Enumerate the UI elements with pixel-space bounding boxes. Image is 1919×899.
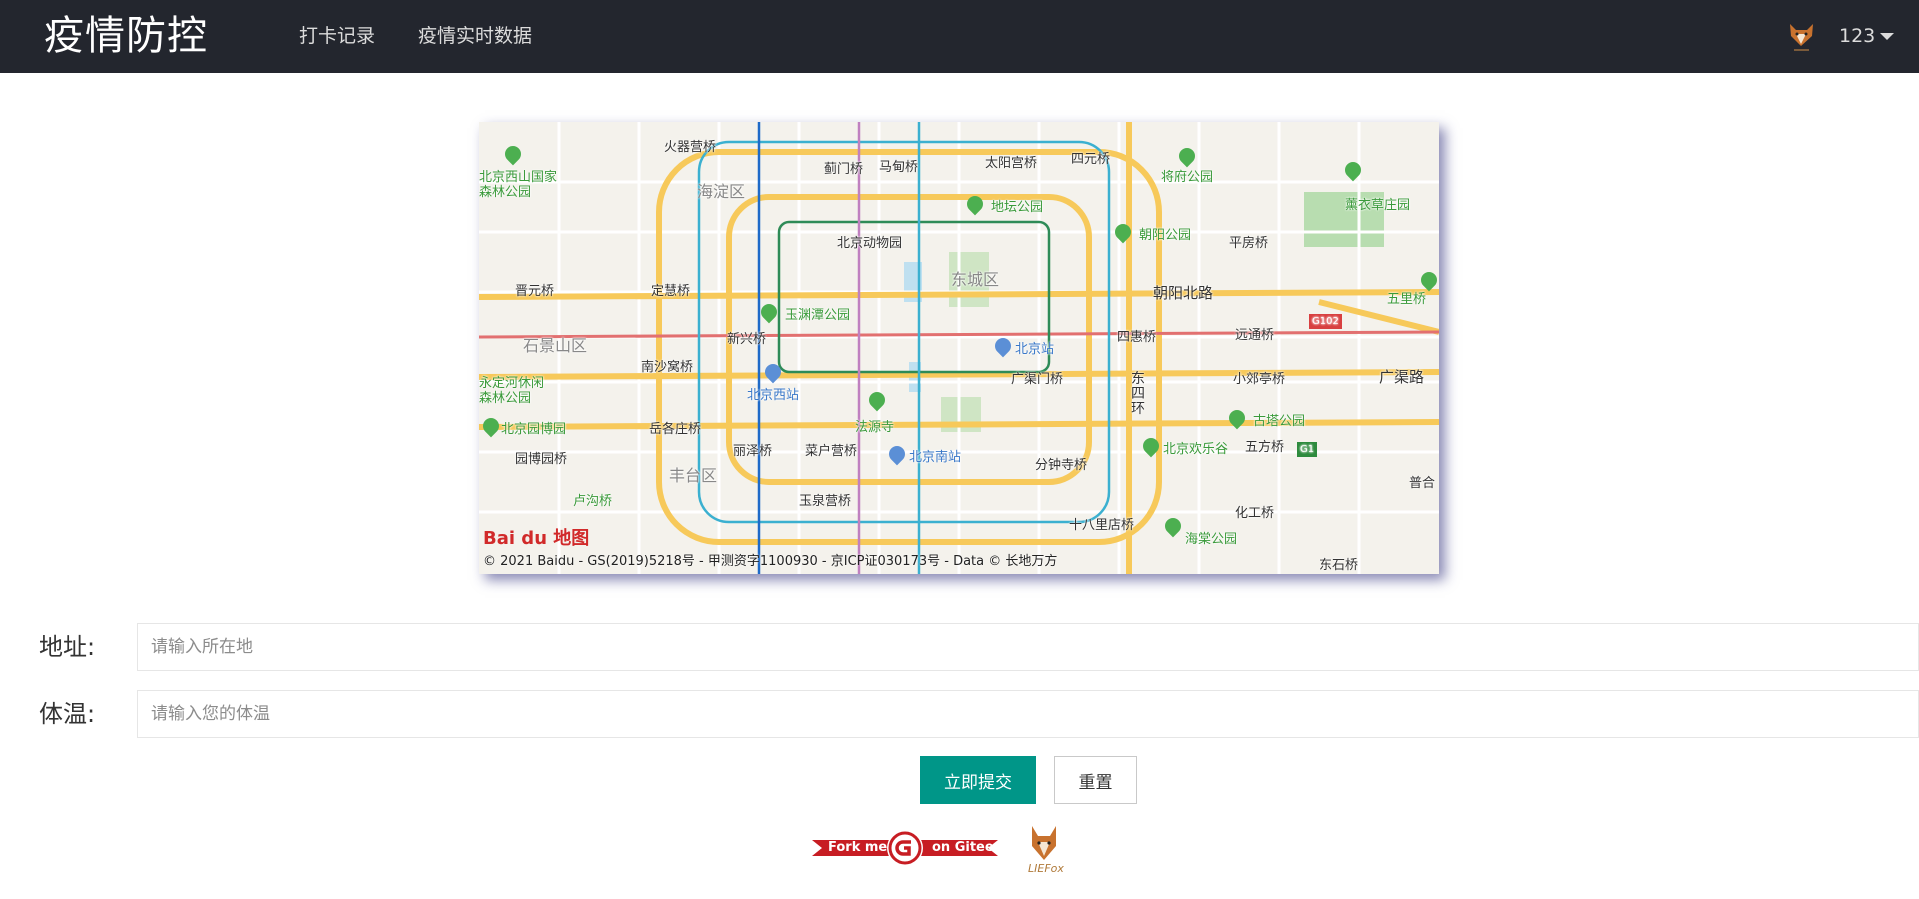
reset-button[interactable]: 重置 [1054, 756, 1137, 804]
map-label: 太阳宫桥 [985, 156, 1038, 171]
map-label: 朝阳公园 [1139, 228, 1192, 243]
fork-on-gitee-badge[interactable]: Fork me on Gitee [812, 830, 998, 866]
map-label: 丽泽桥 [733, 444, 773, 459]
map-label: 法源寺 [855, 420, 895, 435]
map-label: 小郊亭桥 [1233, 372, 1286, 387]
map-label: 岳各庄桥 [649, 422, 702, 437]
map-label: 平房桥 [1229, 236, 1269, 251]
temperature-input[interactable] [137, 690, 1919, 738]
user-name[interactable]: 123 [1839, 24, 1875, 48]
map-label: 古塔公园 [1253, 414, 1306, 429]
map-label: 北京南站 [909, 450, 962, 465]
map-label: 五方桥 [1245, 440, 1285, 455]
map-label: 远通桥 [1235, 328, 1275, 343]
map-label: 晋元桥 [515, 284, 555, 299]
map-label: 石景山区 [523, 336, 588, 355]
map-label: 北京西山国家森林公园 [479, 170, 558, 200]
baidu-map[interactable]: 火器营桥 蓟门桥 马甸桥 太阳宫桥 四元桥 将府公园 海淀区 北京西山国家森林公… [479, 122, 1439, 574]
map-label: 地坛公园 [991, 200, 1044, 215]
map-roads [479, 122, 1439, 574]
map-label: 薰衣草庄园 [1345, 198, 1411, 213]
map-label: 玉渊潭公园 [785, 308, 851, 323]
map-label: 北京欢乐谷 [1163, 442, 1229, 457]
map-label: 马甸桥 [879, 160, 919, 175]
temperature-label: 体温: [39, 700, 96, 728]
gitee-badge-text: on Gitee [932, 840, 994, 855]
map-label: 定慧桥 [651, 284, 691, 299]
chevron-down-icon[interactable] [1880, 33, 1894, 40]
map-label: 十八里店桥 [1069, 518, 1135, 533]
map-label: 火器营桥 [664, 140, 717, 155]
map-copyright: © 2021 Baidu - GS(2019)5218号 - 甲测资字11009… [483, 554, 1058, 569]
highway-badge: G102 [1309, 314, 1342, 329]
map-label: 化工桥 [1235, 506, 1275, 521]
map-label: 永定河休闲森林公园 [479, 376, 545, 406]
map-label: 北京动物园 [837, 236, 903, 251]
fox-logo-text: LIEFox [1028, 862, 1064, 875]
map-label: 普合 [1409, 476, 1436, 491]
map-label: 卢沟桥 [573, 494, 613, 509]
map-label: 海棠公园 [1185, 532, 1238, 547]
address-input[interactable] [137, 623, 1919, 671]
map-label: 蓟门桥 [824, 162, 864, 177]
map-label: 园博园桥 [515, 452, 568, 467]
map-label: 将府公园 [1161, 170, 1214, 185]
map-label: 北京站 [1015, 342, 1055, 357]
map-label: 菜户营桥 [805, 444, 858, 459]
fox-avatar-icon[interactable] [1788, 20, 1815, 54]
map-label: 新兴桥 [727, 332, 767, 347]
baidu-map-logo[interactable]: Bai du 地图 [483, 528, 589, 550]
address-label: 地址: [39, 633, 96, 661]
map-label: 海淀区 [697, 182, 746, 201]
gitee-icon [895, 840, 911, 856]
highway-badge: G1 [1297, 442, 1318, 457]
map-label: 东石桥 [1319, 558, 1359, 573]
map-label: 五里桥 [1387, 292, 1427, 307]
top-navigation-bar: 疫情防控 打卡记录 疫情实时数据 123 [0, 0, 1919, 73]
map-label: 分钟寺桥 [1035, 458, 1088, 473]
site-logo[interactable]: 疫情防控 [44, 12, 208, 60]
map-label: 广渠路 [1379, 368, 1425, 386]
map-label: 丰台区 [669, 466, 718, 485]
map-label: 四惠桥 [1117, 330, 1157, 345]
map-label: 东城区 [951, 270, 1000, 289]
map-label: 玉泉营桥 [799, 494, 852, 509]
map-label: 北京园博园 [501, 422, 567, 437]
map-label: 北京西站 [747, 388, 800, 403]
submit-button[interactable]: 立即提交 [920, 756, 1036, 804]
nav-checkin-records[interactable]: 打卡记录 [299, 24, 375, 48]
map-label: 朝阳北路 [1153, 284, 1214, 302]
map-label: 南沙窝桥 [641, 360, 694, 375]
map-label: 四元桥 [1071, 152, 1111, 167]
map-label: 东四环 [1131, 371, 1145, 417]
gitee-badge-text: Fork me [828, 840, 888, 855]
nav-realtime-data[interactable]: 疫情实时数据 [418, 24, 532, 48]
map-label: 广渠门桥 [1011, 372, 1064, 387]
